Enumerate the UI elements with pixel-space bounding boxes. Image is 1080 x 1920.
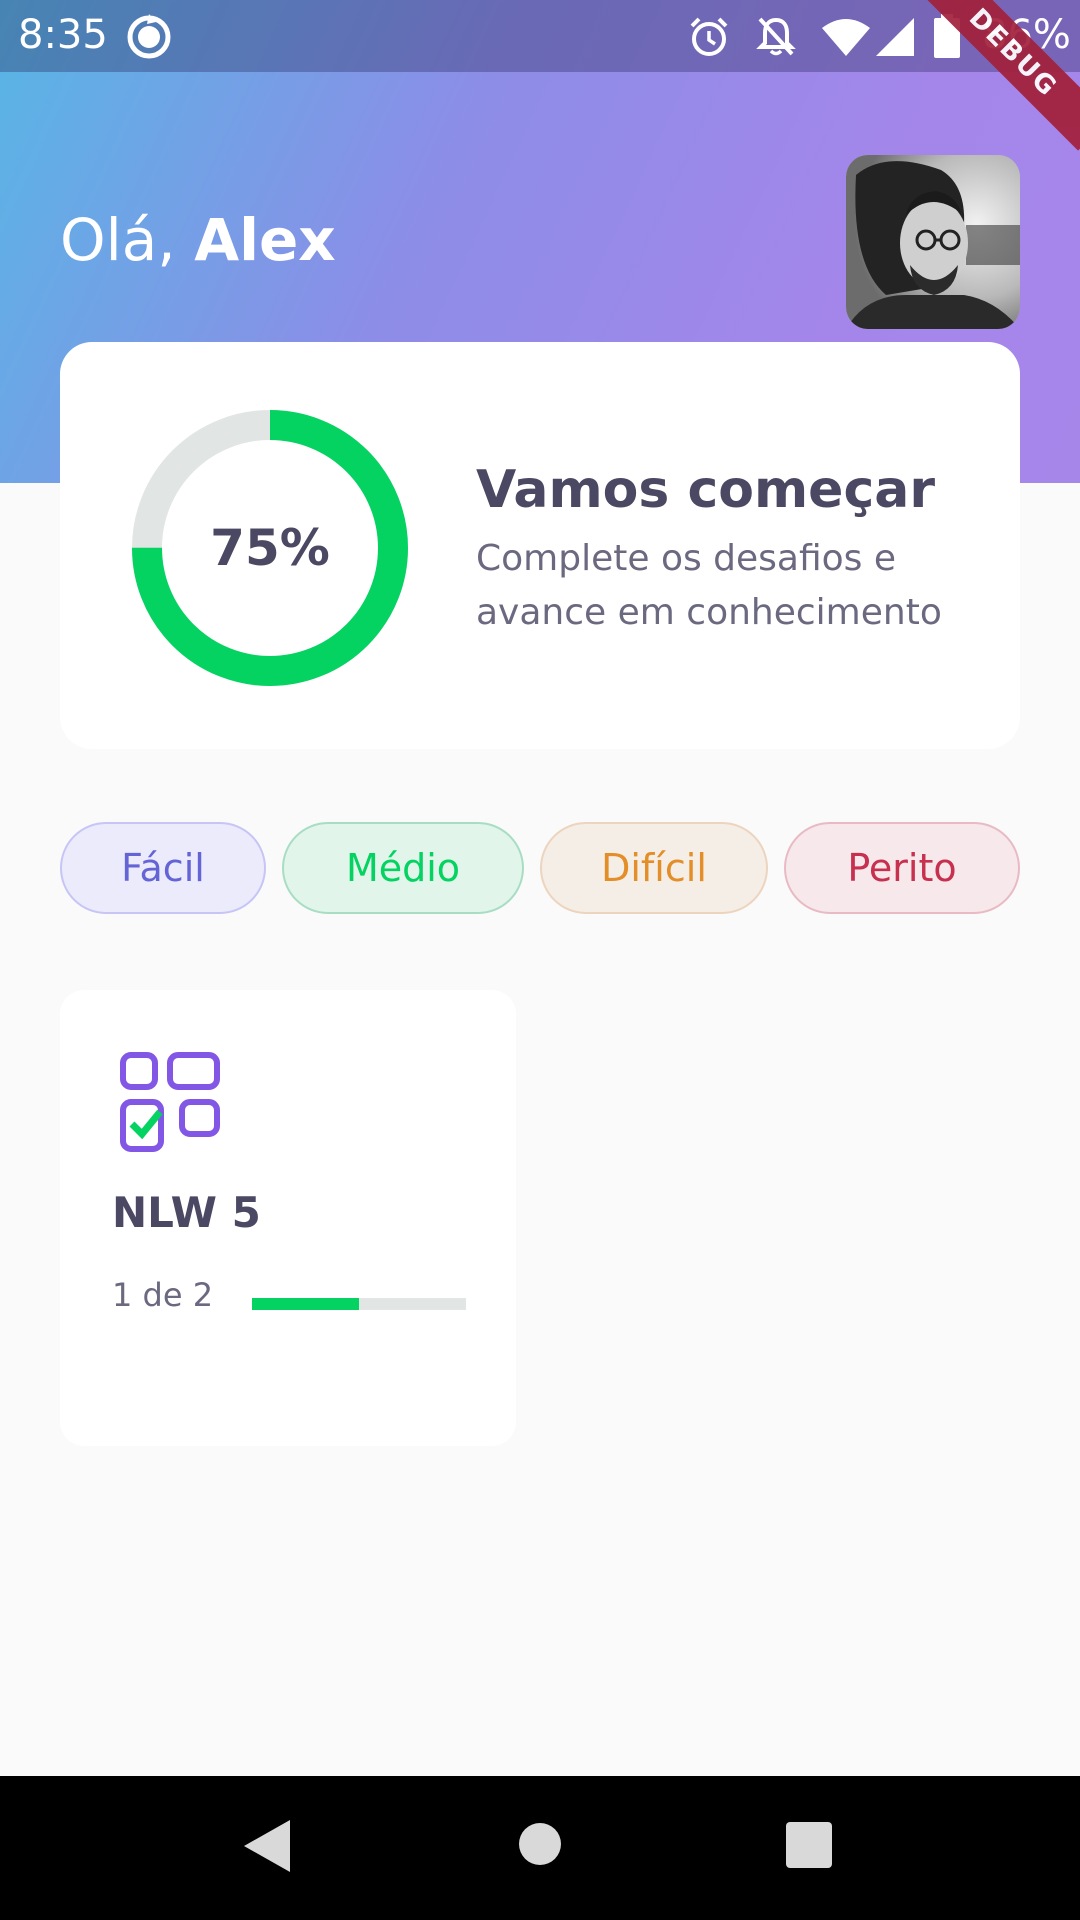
quiz-progress-fill [252,1298,359,1310]
quiz-title: NLW 5 [112,1188,261,1237]
recents-icon[interactable] [786,1822,832,1868]
score-card: 75% Vamos começar Complete os desafios e… [60,342,1020,749]
level-chip-dificil[interactable]: Difícil [540,822,768,914]
greeting: Olá, Alex [60,206,336,274]
quiz-card[interactable]: NLW 5 1 de 2 [60,990,516,1446]
check-grid-icon [120,1052,220,1152]
avatar[interactable] [846,155,1020,329]
signal-icon [876,18,914,56]
level-chip-facil[interactable]: Fácil [60,822,266,914]
sync-circle-icon [127,14,171,59]
quiz-progress-bar [252,1298,466,1310]
back-icon[interactable] [244,1820,290,1872]
wifi-icon [822,19,870,56]
score-card-title: Vamos começar [476,460,936,520]
level-chip-medio[interactable]: Médio [282,822,524,914]
navigation-bar [0,1776,1080,1920]
alarm-icon [690,17,728,56]
status-bar: 8:35 86% [0,0,1080,72]
level-chip-perito[interactable]: Perito [784,822,1020,914]
greeting-prefix: Olá, [60,206,195,274]
avatar-photo [846,155,1020,329]
score-card-subtitle: Complete os desafios e avance em conheci… [476,538,942,633]
quiz-progress-text: 1 de 2 [112,1276,214,1314]
status-time: 8:35 [18,12,108,58]
user-name: Alex [194,206,336,274]
progress-percent: 75% [210,519,330,577]
bell-off-icon [756,17,796,56]
home-icon[interactable] [518,1822,562,1866]
